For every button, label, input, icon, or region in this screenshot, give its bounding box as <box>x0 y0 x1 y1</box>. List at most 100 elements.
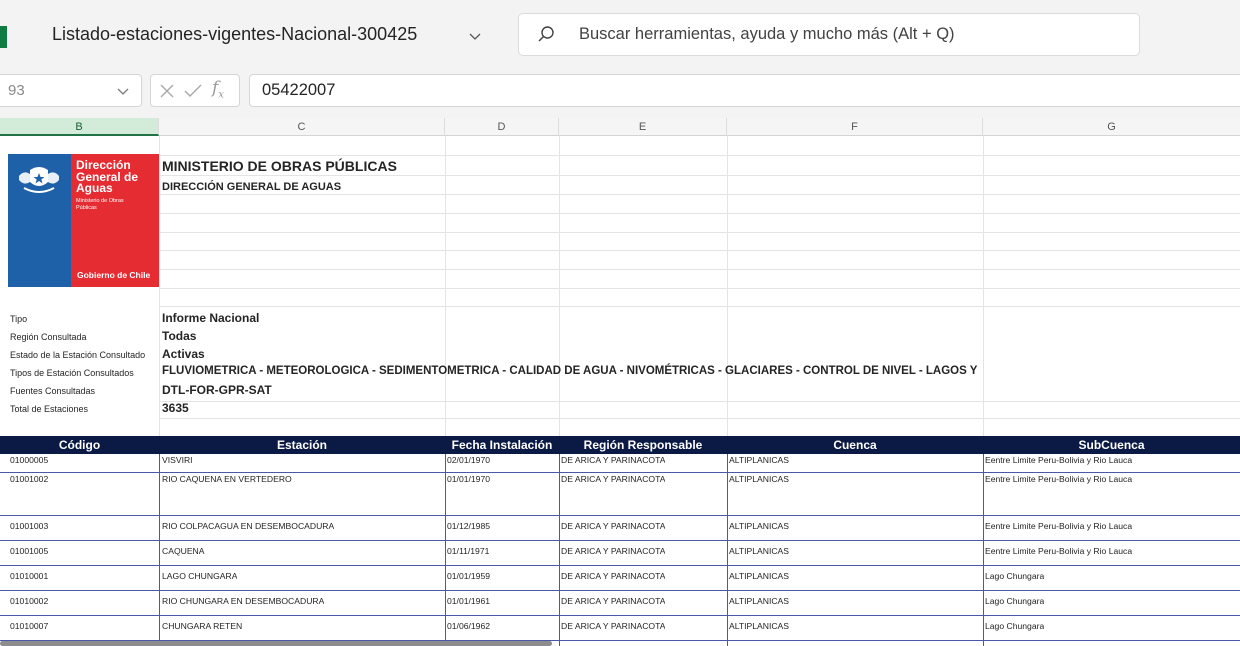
cell-fecha[interactable]: 01/06/1962 <box>447 621 490 631</box>
search-box[interactable]: Buscar herramientas, ayuda y mucho más (… <box>518 13 1140 56</box>
cell-codigo[interactable]: 01001005 <box>10 546 48 556</box>
cell-codigo[interactable]: 01001003 <box>10 521 48 531</box>
cell-codigo[interactable]: 01001002 <box>10 474 48 484</box>
table-header-codigo[interactable]: Código <box>0 436 159 454</box>
search-placeholder: Buscar herramientas, ayuda y mucho más (… <box>579 25 955 43</box>
cell-region[interactable]: DE ARICA Y PARINACOTA <box>561 596 665 606</box>
cell-fecha[interactable]: 01/01/1961 <box>447 596 490 606</box>
gridline <box>445 136 446 436</box>
name-box[interactable]: 93 <box>0 74 142 107</box>
cell-estacion[interactable]: CHUNGARA RETEN <box>162 621 242 631</box>
table-row[interactable]: 01010002 RIO CHUNGARA EN DESEMBOCADURA 0… <box>0 591 1240 616</box>
column-headers: B C D E F G <box>0 118 1240 136</box>
insert-function-icon[interactable]: fx <box>212 78 224 100</box>
cell-cuenca[interactable]: ALTIPLANICAS <box>729 596 789 606</box>
cell-region[interactable]: DE ARICA Y PARINACOTA <box>561 521 665 531</box>
chevron-down-icon[interactable] <box>116 84 130 98</box>
info-value[interactable]: FLUVIOMETRICA - METEOROLOGICA - SEDIMENT… <box>162 365 977 377</box>
info-value[interactable]: Todas <box>162 329 196 343</box>
cell-region[interactable]: DE ARICA Y PARINACOTA <box>561 571 665 581</box>
cell-fecha[interactable]: 01/11/1971 <box>447 546 489 556</box>
cell-subcuenca[interactable]: Lago Chungara <box>985 621 1044 631</box>
cell-cuenca[interactable]: ALTIPLANICAS <box>729 621 789 631</box>
cell-estacion[interactable]: VISVIRI <box>162 455 193 465</box>
gridline <box>727 136 728 436</box>
cell-region[interactable]: DE ARICA Y PARINACOTA <box>561 455 665 465</box>
info-label[interactable]: Estado de la Estación Consultado <box>10 350 145 360</box>
info-label[interactable]: Tipos de Estación Consultados <box>10 368 134 378</box>
column-header-f[interactable]: F <box>727 118 983 136</box>
document-title[interactable]: Listado-estaciones-vigentes-Nacional-300… <box>52 24 417 45</box>
cell-subcuenca[interactable]: Eentre Limite Peru-Bolivia y Rio Lauca <box>985 521 1132 531</box>
column-header-c[interactable]: C <box>159 118 445 136</box>
info-label[interactable]: Tipo <box>10 314 27 324</box>
table-header-row: Código Estación Fecha Instalación Región… <box>0 436 1240 454</box>
gridline <box>159 288 1240 289</box>
table-row[interactable]: 01001003 RIO COLPACAGUA EN DESEMBOCADURA… <box>0 516 1240 541</box>
cell-cuenca[interactable]: ALTIPLANICAS <box>729 546 789 556</box>
table-header-region[interactable]: Región Responsable <box>559 436 727 454</box>
column-header-e[interactable]: E <box>559 118 727 136</box>
table-row[interactable]: 01010001 LAGO CHUNGARA 01/01/1959 DE ARI… <box>0 566 1240 591</box>
info-value[interactable]: Activas <box>162 347 205 361</box>
gridline <box>159 306 1240 307</box>
info-value[interactable]: Informe Nacional <box>162 311 259 325</box>
horizontal-scrollbar[interactable] <box>0 641 552 646</box>
cell-subcuenca[interactable]: Eentre Limite Peru-Bolivia y Rio Lauca <box>985 455 1132 465</box>
table-header-subcuenca[interactable]: SubCuenca <box>983 436 1240 454</box>
table-row[interactable]: 01001005 CAQUENA 01/11/1971 DE ARICA Y P… <box>0 541 1240 566</box>
cell-codigo[interactable]: 01010001 <box>10 571 48 581</box>
cell-subcuenca[interactable]: Eentre Limite Peru-Bolivia y Rio Lauca <box>985 546 1132 556</box>
info-value[interactable]: DTL-FOR-GPR-SAT <box>162 383 272 397</box>
cell-estacion[interactable]: RIO COLPACAGUA EN DESEMBOCADURA <box>162 521 334 531</box>
cell-estacion[interactable]: LAGO CHUNGARA <box>162 571 237 581</box>
cell-cuenca[interactable]: ALTIPLANICAS <box>729 521 789 531</box>
gridline <box>159 194 1240 195</box>
cell-codigo[interactable]: 01010002 <box>10 596 48 606</box>
cell-fecha[interactable]: 01/01/1959 <box>447 571 490 581</box>
table-header-cuenca[interactable]: Cuenca <box>727 436 983 454</box>
spreadsheet-grid[interactable]: B C D E F G Dirección General de Aguas M… <box>0 118 1240 646</box>
column-header-b[interactable]: B <box>0 118 159 136</box>
cell-fecha[interactable]: 01/01/1970 <box>447 474 490 484</box>
excel-logo-icon[interactable] <box>0 26 7 48</box>
checkmark-icon[interactable] <box>184 83 202 99</box>
logo-subtitle-line: Públicas <box>76 205 97 211</box>
info-label[interactable]: Total de Estaciones <box>10 404 88 414</box>
cell-codigo[interactable]: 01000005 <box>10 455 48 465</box>
cell-estacion[interactable]: CAQUENA <box>162 546 205 556</box>
info-value[interactable]: 3635 <box>162 401 189 415</box>
directorate-heading[interactable]: DIRECCIÓN GENERAL DE AGUAS <box>162 181 341 193</box>
column-header-d[interactable]: D <box>445 118 559 136</box>
cell-cuenca[interactable]: ALTIPLANICAS <box>729 474 789 484</box>
cell-fecha[interactable]: 02/01/1970 <box>447 455 490 465</box>
cell-cuenca[interactable]: ALTIPLANICAS <box>729 571 789 581</box>
column-header-g[interactable]: G <box>983 118 1240 136</box>
cell-region[interactable]: DE ARICA Y PARINACOTA <box>561 546 665 556</box>
cancel-icon[interactable] <box>159 83 175 99</box>
cell-region[interactable]: DE ARICA Y PARINACOTA <box>561 621 665 631</box>
table-header-estacion[interactable]: Estación <box>159 436 445 454</box>
table-row[interactable]: 01001002 RIO CAQUENA EN VERTEDERO 01/01/… <box>0 473 1240 516</box>
cell-fecha[interactable]: 01/12/1985 <box>447 521 490 531</box>
table-row[interactable]: 01000005 VISVIRI 02/01/1970 DE ARICA Y P… <box>0 454 1240 473</box>
cell-subcuenca[interactable]: Eentre Limite Peru-Bolivia y Rio Lauca <box>985 474 1132 484</box>
cell-region[interactable]: DE ARICA Y PARINACOTA <box>561 474 665 484</box>
cell-codigo[interactable]: 01010007 <box>10 621 48 631</box>
chevron-down-icon[interactable] <box>467 28 483 44</box>
fx-sub: x <box>218 89 224 101</box>
info-label[interactable]: Fuentes Consultadas <box>10 386 95 396</box>
formula-input[interactable]: 05422007 <box>249 74 1240 107</box>
cell-estacion[interactable]: RIO CHUNGARA EN DESEMBOCADURA <box>162 596 324 606</box>
info-label[interactable]: Región Consultada <box>10 332 87 342</box>
table-row[interactable]: 01010007 CHUNGARA RETEN 01/06/1962 DE AR… <box>0 616 1240 641</box>
cell-subcuenca[interactable]: Lago Chungara <box>985 571 1044 581</box>
gridline <box>159 269 1240 270</box>
logo-footer: Gobierno de Chile <box>77 270 151 280</box>
cell-subcuenca[interactable]: Lago Chungara <box>985 596 1044 606</box>
cell-estacion[interactable]: RIO CAQUENA EN VERTEDERO <box>162 474 292 484</box>
cell-cuenca[interactable]: ALTIPLANICAS <box>729 455 789 465</box>
table-header-fecha[interactable]: Fecha Instalación <box>445 436 559 454</box>
gridline <box>159 213 1240 214</box>
ministry-heading[interactable]: MINISTERIO DE OBRAS PÚBLICAS <box>162 158 397 174</box>
